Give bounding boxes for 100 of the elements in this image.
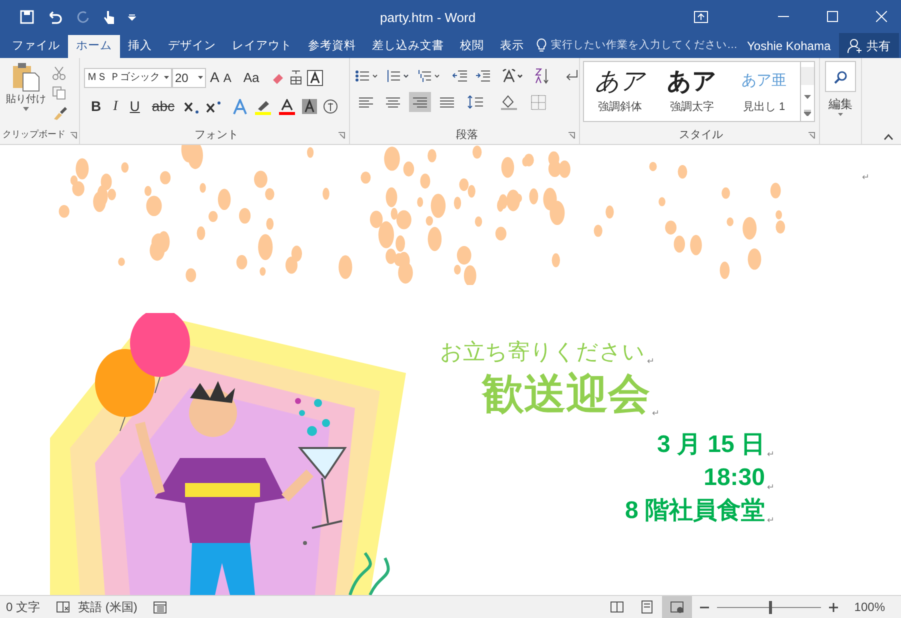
increase-indent-icon[interactable] (475, 70, 491, 82)
book-icon (610, 600, 624, 614)
share-button[interactable]: 共有 (838, 33, 899, 58)
style-item[interactable]: あア亜 見出し 1 (728, 62, 800, 121)
character-border-icon[interactable] (307, 70, 324, 86)
person-add-icon (846, 38, 863, 54)
user-name[interactable]: Yoshie Kohama (747, 33, 831, 58)
style-item[interactable]: あア 強調太字 (656, 62, 728, 121)
character-shading-icon[interactable] (302, 99, 316, 114)
ribbon-tab[interactable]: デザイン (160, 35, 224, 58)
caret-icon (164, 76, 169, 79)
ribbon-tab[interactable]: レイアウト (224, 35, 300, 58)
numbering-icon[interactable] (386, 70, 410, 82)
subscript-icon[interactable] (184, 100, 200, 114)
shrink-font-button[interactable]: A (223, 68, 232, 86)
borders-icon[interactable] (531, 94, 546, 110)
zoom-level[interactable]: 100% (854, 598, 885, 616)
touch-icon[interactable] (102, 8, 116, 24)
document-title: 歓送迎会 (482, 369, 650, 419)
format-button[interactable]: B (88, 96, 104, 117)
group-label: フォント (194, 128, 238, 143)
bullets-icon[interactable] (355, 70, 379, 82)
format-button[interactable]: I (110, 96, 121, 117)
caret-icon (838, 113, 843, 116)
paragraph-mark: ↵ (767, 448, 775, 461)
tell-me-field[interactable]: 実行したい作業を入力してください… (551, 38, 747, 54)
copy-icon[interactable] (52, 86, 66, 100)
group-label: 段落 (456, 128, 478, 143)
more-styles-icon[interactable] (804, 110, 811, 116)
style-item[interactable]: あア 強調斜体 (584, 62, 656, 121)
document-text: 18:30 (704, 463, 765, 493)
dialog-launcher-icon[interactable] (338, 132, 345, 138)
ribbon-tab[interactable]: ファイル (4, 35, 68, 58)
superscript-icon[interactable] (206, 100, 222, 114)
save-icon[interactable] (20, 10, 34, 24)
paragraph-mark: ↵ (652, 407, 660, 420)
font-name-field[interactable]: ＭＳ Ｐゴシック (84, 68, 172, 88)
lightbulb-icon (536, 38, 547, 53)
group-label: クリップボード (2, 128, 66, 142)
paragraph-mark: ↵ (647, 355, 655, 368)
ribbon-tab[interactable]: ホーム (68, 35, 120, 58)
ribbon-tab[interactable]: 差し込み文書 (364, 35, 452, 58)
caret-icon (198, 76, 203, 79)
pilcrow-icon[interactable] (564, 69, 578, 83)
customize-icon[interactable] (128, 12, 136, 20)
language-indicator[interactable]: 英語 (米国) (78, 598, 138, 616)
proofing-icon[interactable] (56, 601, 70, 613)
ribbon-display-icon[interactable] (694, 10, 708, 22)
paragraph-mark: ↵ (767, 514, 775, 527)
dialog-launcher-icon[interactable] (568, 132, 575, 138)
phonetic-guide-icon[interactable] (289, 70, 304, 85)
grow-font-button[interactable]: A (210, 67, 220, 88)
sort-icon[interactable] (535, 68, 549, 84)
web-layout-icon (670, 600, 684, 614)
format-button[interactable]: abc (148, 96, 178, 117)
highlighter-icon[interactable] (254, 98, 272, 114)
format-painter-icon[interactable] (52, 106, 68, 120)
paragraph-mark: ↵ (767, 481, 775, 494)
dialog-launcher-icon[interactable] (70, 132, 76, 138)
ribbon-tab[interactable]: 参考資料 (300, 35, 364, 58)
window-title: party.htm - Word (380, 9, 476, 27)
multilevel-list-icon[interactable] (417, 70, 441, 82)
word-count[interactable]: 0 文字 (6, 598, 40, 616)
view-button[interactable] (662, 596, 692, 618)
minimize-icon[interactable] (778, 16, 789, 18)
shading-icon[interactable] (500, 94, 518, 110)
zoom-in-icon[interactable] (829, 602, 838, 612)
font-size-field[interactable]: 20 (172, 68, 206, 88)
collapse-ribbon-icon[interactable] (884, 134, 893, 140)
gallery-scrollbar[interactable] (801, 61, 815, 122)
maximize-icon[interactable] (827, 11, 838, 22)
search-icon (834, 70, 848, 84)
group-label: スタイル (679, 128, 723, 143)
clipboard-icon (12, 62, 40, 92)
zoom-slider[interactable] (717, 600, 822, 614)
ribbon-tab[interactable]: 校閲 (452, 35, 492, 58)
find-button[interactable] (825, 61, 856, 92)
align-icon[interactable] (409, 92, 431, 112)
close-icon[interactable] (876, 11, 887, 22)
cut-icon[interactable] (52, 66, 66, 80)
page-icon (640, 600, 654, 614)
redo-icon[interactable] (76, 10, 90, 24)
format-button[interactable]: U (126, 96, 143, 117)
text-direction-icon[interactable] (502, 69, 524, 83)
text-effects-icon[interactable] (232, 98, 248, 114)
ribbon-tab[interactable]: 表示 (492, 35, 532, 58)
change-case-button[interactable]: Aa (243, 68, 260, 88)
editing-button[interactable]: 編集 (828, 95, 852, 113)
dialog-launcher-icon[interactable] (808, 132, 815, 138)
paste-button[interactable]: 貼り付け (8, 62, 44, 126)
macro-icon[interactable] (153, 600, 168, 614)
enclosed-character-icon[interactable] (322, 99, 338, 114)
document-text: 3 月 15 日 (656, 430, 765, 460)
font-color-icon[interactable] (278, 98, 296, 114)
document-text: 8 階社員食堂 (624, 496, 765, 526)
ribbon-tab[interactable]: 挿入 (120, 35, 160, 58)
decrease-indent-icon[interactable] (452, 70, 468, 82)
zoom-thumb[interactable] (769, 600, 772, 614)
paragraph-mark: ↵ (862, 171, 870, 184)
scroll-down-icon[interactable] (804, 95, 811, 100)
